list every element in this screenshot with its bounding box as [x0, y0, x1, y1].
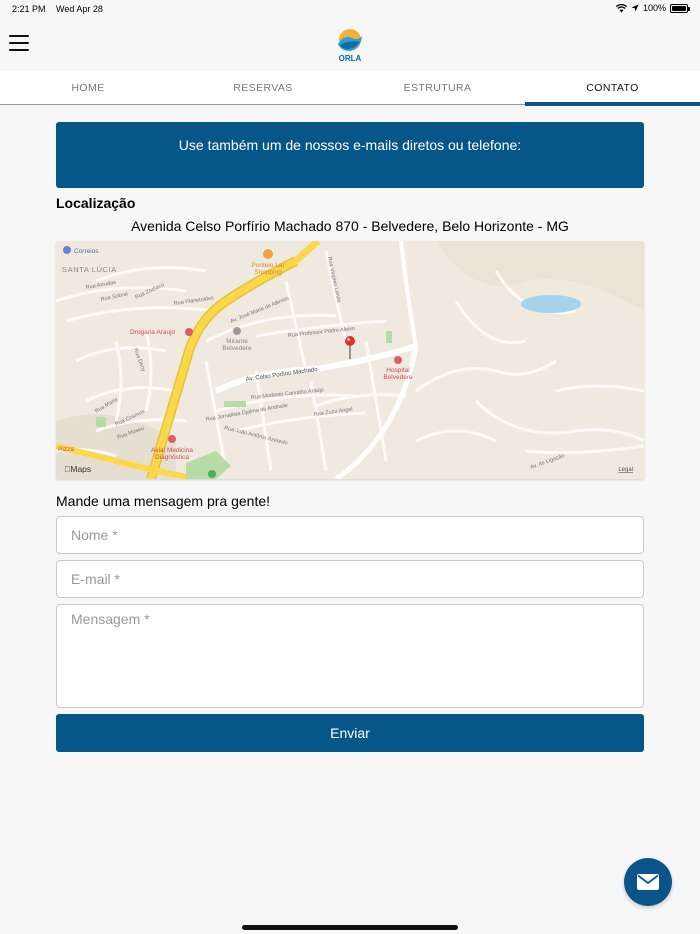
logo-text: ORLA — [339, 54, 362, 63]
app-header: ORLA — [0, 18, 700, 71]
email-input[interactable] — [56, 560, 644, 598]
map-label: Belvedere — [222, 345, 252, 352]
envelope-icon — [637, 874, 659, 890]
map-label: Pizza — [58, 446, 74, 453]
map-label: Correios — [74, 248, 99, 255]
map-legal-link[interactable]: Legal — [618, 467, 633, 473]
battery-percent: 100% — [642, 3, 666, 13]
map-label: Axial Medicina — [151, 447, 193, 454]
status-right: 100% — [615, 3, 690, 13]
wifi-icon — [615, 3, 627, 12]
email-fab-button[interactable] — [624, 858, 672, 906]
location-map[interactable]: Correios SANTA LÚCIA Ponteio Lar Shoppin… — [56, 241, 644, 479]
map-label: Mirante — [226, 338, 248, 345]
status-time: 2:21 PM — [12, 4, 46, 14]
message-textarea[interactable] — [56, 604, 644, 708]
map-label: Drogaria Araujo — [130, 329, 176, 336]
status-left: 2:21 PM Wed Apr 28 — [12, 4, 111, 14]
battery-icon — [670, 3, 690, 13]
apple-maps-attribution: Maps — [64, 464, 91, 474]
form-title: Mande uma mensagem pra gente! — [56, 493, 271, 509]
map-label: Diagnóstica — [155, 454, 189, 461]
contact-banner: Use também um de nossos e-mails diretos … — [56, 122, 644, 188]
tab-estrutura[interactable]: ESTRUTURA — [350, 71, 525, 105]
tab-contato-label: CONTATO — [586, 82, 639, 94]
map-label: Hospital — [386, 367, 410, 374]
tab-home-label: HOME — [71, 82, 105, 94]
hamburger-menu-icon[interactable] — [9, 35, 29, 51]
map-label: Belvedere — [383, 374, 413, 381]
map-label: Shopping — [254, 269, 282, 276]
tab-home[interactable]: HOME — [0, 71, 176, 105]
tab-reservas[interactable]: RESERVAS — [176, 71, 350, 105]
tab-contato[interactable]: CONTATO — [525, 71, 700, 106]
tab-bar: HOME RESERVAS ESTRUTURA CONTATO — [0, 71, 700, 106]
map-label: Ponteio Lar — [251, 262, 285, 269]
contact-banner-text: Use também um de nossos e-mails diretos … — [178, 137, 522, 153]
send-button[interactable]: Enviar — [56, 714, 644, 752]
battery-fill — [672, 5, 686, 11]
map-canvas: Correios SANTA LÚCIA Ponteio Lar Shoppin… — [56, 241, 644, 479]
status-date: Wed Apr 28 — [56, 4, 103, 14]
location-title: Localização — [56, 195, 136, 211]
location-address: Avenida Celso Porfírio Machado 870 - Bel… — [131, 218, 569, 234]
map-label: SANTA LÚCIA — [62, 265, 117, 274]
home-indicator — [242, 925, 458, 930]
orla-logo: ORLA — [338, 29, 362, 63]
tab-estrutura-label: ESTRUTURA — [403, 82, 472, 94]
status-bar: 2:21 PM Wed Apr 28 100% — [0, 0, 700, 18]
name-input[interactable] — [56, 516, 644, 554]
tab-reservas-label: RESERVAS — [233, 82, 293, 94]
location-arrow-icon — [631, 4, 639, 12]
